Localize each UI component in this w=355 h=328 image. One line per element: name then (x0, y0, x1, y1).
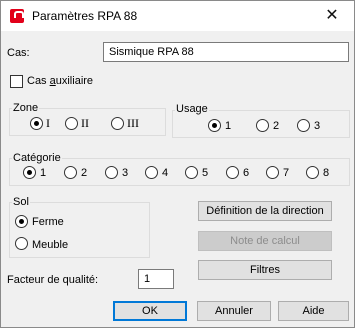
sol-option-ferme: Ferme (32, 216, 64, 228)
sol-group (9, 202, 150, 258)
zone-option-i: I (46, 116, 50, 130)
sol-option-meuble: Meuble (32, 239, 69, 251)
categorie-option-3: 3 (122, 167, 129, 179)
sol-radio-meuble[interactable] (15, 237, 28, 250)
categorie-radio-2[interactable] (64, 166, 77, 179)
usage-radio-2[interactable] (256, 119, 269, 132)
categorie-option-7: 7 (283, 167, 290, 179)
sol-label: Sol (12, 196, 30, 208)
cas-auxiliaire-checkbox[interactable] (10, 75, 23, 88)
close-icon[interactable]: ✕ (316, 5, 348, 27)
usage-option-1: 1 (225, 120, 232, 132)
categorie-radio-5[interactable] (185, 166, 198, 179)
categorie-option-2: 2 (81, 167, 88, 179)
aide-button[interactable]: Aide (278, 301, 349, 321)
categorie-radio-4[interactable] (145, 166, 158, 179)
facteur-qualite-label: Facteur de qualité: (7, 274, 99, 286)
categorie-radio-8[interactable] (306, 166, 319, 179)
categorie-radio-6[interactable] (226, 166, 239, 179)
categorie-option-5: 5 (202, 167, 209, 179)
cas-auxiliaire-label-post: uxiliaire (55, 75, 94, 87)
zone-option-ii: II (81, 116, 89, 130)
usage-label: Usage (175, 103, 209, 115)
categorie-radio-1[interactable] (23, 166, 36, 179)
ok-button[interactable]: OK (113, 301, 187, 321)
note-de-calcul-button[interactable]: Note de calcul (198, 231, 332, 251)
cas-auxiliaire-label-pre: Cas (27, 75, 50, 87)
title-bar: Paramètres RPA 88 ✕ (1, 1, 354, 31)
zone-radio-iii[interactable] (111, 117, 124, 130)
usage-radio-1[interactable] (208, 119, 221, 132)
zone-label: Zone (12, 102, 40, 114)
categorie-label: Catégorie (12, 152, 62, 164)
categorie-radio-3[interactable] (105, 166, 118, 179)
facteur-qualite-input[interactable]: 1 (138, 269, 174, 289)
zone-option-iii: III (127, 116, 139, 130)
cas-input[interactable]: Sismique RPA 88 (103, 42, 349, 62)
robot-app-icon (10, 9, 24, 23)
usage-option-2: 2 (273, 120, 280, 132)
categorie-option-6: 6 (243, 167, 250, 179)
categorie-option-8: 8 (323, 167, 330, 179)
categorie-option-1: 1 (40, 167, 47, 179)
categorie-option-4: 4 (162, 167, 169, 179)
annuler-button[interactable]: Annuler (197, 301, 271, 321)
definition-direction-button[interactable]: Définition de la direction (198, 201, 332, 221)
cas-label: Cas: (7, 47, 30, 59)
zone-radio-ii[interactable] (65, 117, 78, 130)
filtres-button[interactable]: Filtres (198, 260, 332, 280)
zone-radio-i[interactable] (30, 117, 43, 130)
usage-option-3: 3 (314, 120, 321, 132)
sol-radio-ferme[interactable] (15, 215, 28, 228)
usage-radio-3[interactable] (297, 119, 310, 132)
window-title: Paramètres RPA 88 (32, 9, 138, 23)
categorie-radio-7[interactable] (266, 166, 279, 179)
rpa88-dialog: Paramètres RPA 88 ✕ Cas: Sismique RPA 88… (0, 0, 355, 328)
cas-auxiliaire-label: Cas auxiliaire (27, 75, 93, 87)
